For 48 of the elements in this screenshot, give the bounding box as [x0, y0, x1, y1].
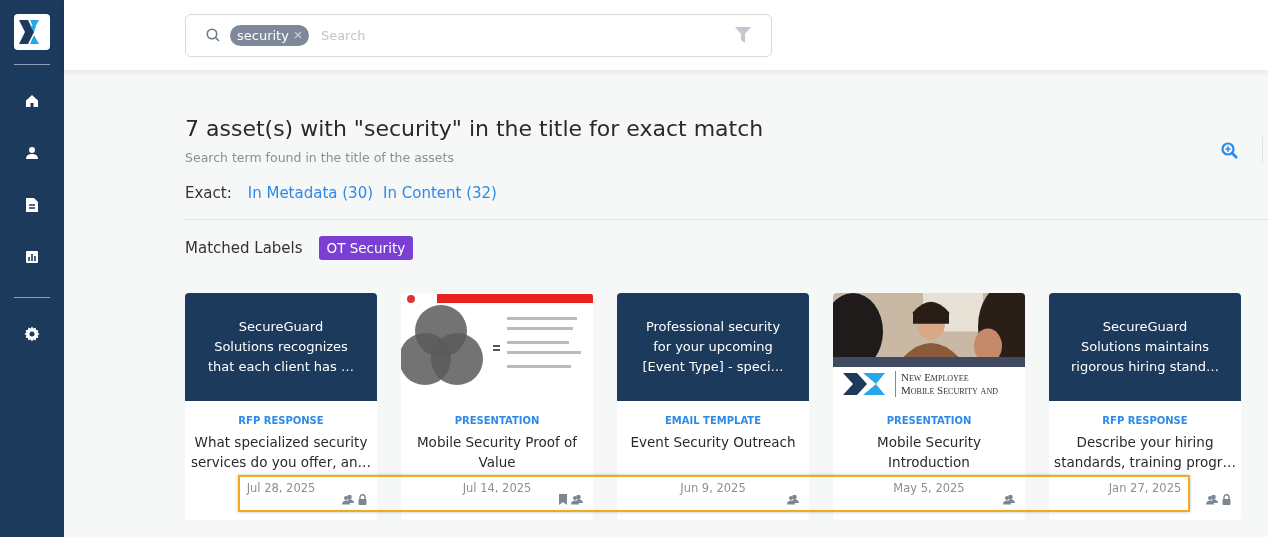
home-icon[interactable] — [25, 94, 39, 108]
asset-title: What specialized security services do you offer, an… — [190, 433, 372, 472]
asset-card[interactable]: SecureGuard Solutions recognizes that each client has … RFP RESPONSE What specialized security services do you offer, an… Jul 28, 2025 — [185, 293, 377, 520]
asset-card[interactable]: PRESENTATION Mobile Security Proof of Value Jul 14, 2025 — [401, 293, 593, 520]
settings-icon[interactable] — [24, 326, 40, 342]
asset-card[interactable]: Professional security for your upcoming [Event Type] - speci… EMAIL TEMPLATE Event Security Outreach Jun 9, 2025 — [617, 293, 809, 520]
asset-title: Mobile Security Introduction — [877, 433, 981, 472]
matched-labels-title: Matched Labels — [185, 239, 303, 257]
document-icon[interactable] — [25, 197, 39, 213]
search-chip[interactable]: security — [230, 24, 309, 46]
asset-title: Mobile Security Proof of Value — [416, 433, 577, 472]
thumbnail-text: SecureGuard Solutions recognizes that each client has … — [208, 318, 354, 376]
asset-type: PRESENTATION — [886, 415, 972, 426]
thumbnail-text: SecureGuard Solutions maintains rigorous hiring stand… — [1070, 318, 1220, 376]
results-heading: 7 asset(s) with "security" in the title for exact match — [185, 116, 764, 141]
lock-icon — [1222, 494, 1231, 505]
asset-type: RFP RESPONSE — [238, 415, 324, 426]
users-icon — [342, 494, 354, 505]
exact-label: Exact: — [185, 184, 232, 202]
asset-title: Event Security Outreach — [630, 433, 796, 452]
thumbnail-text: New Employee Mobile Security and — [895, 371, 998, 397]
thumbnail-text: Professional security for your upcoming [Event Type] - speci… — [642, 318, 784, 376]
asset-date: May 5, 2025 — [892, 481, 966, 495]
asset-date: Jul 28, 2025 — [245, 481, 317, 495]
asset-title: Describe your hiring standards, training progr… — [1054, 433, 1236, 472]
logo-icon — [843, 373, 887, 395]
asset-type: RFP RESPONSE — [1102, 415, 1188, 426]
results-subtitle: Search term found in the title of the assets — [185, 150, 455, 165]
search-icon — [206, 28, 220, 42]
users-icon — [1206, 494, 1218, 505]
asset-date: Jul 14, 2025 — [461, 481, 533, 495]
asset-card[interactable]: SecureGuard Solutions maintains rigorous hiring stand… RFP RESPONSE Describe your hiring standards, training progr… Jan 27, 2025 — [1049, 293, 1241, 520]
bookmark-icon — [559, 494, 567, 505]
users-icon — [571, 494, 583, 505]
lock-icon — [358, 494, 367, 505]
asset-card[interactable]: New Employee Mobile Security and PRESENTATION Mobile Security Introduction May 5, 2025 — [833, 293, 1025, 520]
asset-date: Jan 27, 2025 — [1107, 481, 1183, 495]
person-icon[interactable] — [25, 146, 39, 160]
bar-chart-icon[interactable] — [25, 250, 39, 264]
asset-type: PRESENTATION — [454, 415, 540, 426]
logo-icon[interactable] — [14, 14, 50, 50]
search-field[interactable]: security Search — [185, 13, 772, 57]
users-icon — [787, 494, 799, 505]
zoom-in-icon[interactable] — [1221, 141, 1238, 159]
label-tag[interactable]: OT Security — [318, 236, 414, 260]
asset-type: EMAIL TEMPLATE — [665, 415, 761, 426]
users-icon — [1003, 494, 1015, 505]
asset-date: Jun 9, 2025 — [678, 481, 747, 495]
